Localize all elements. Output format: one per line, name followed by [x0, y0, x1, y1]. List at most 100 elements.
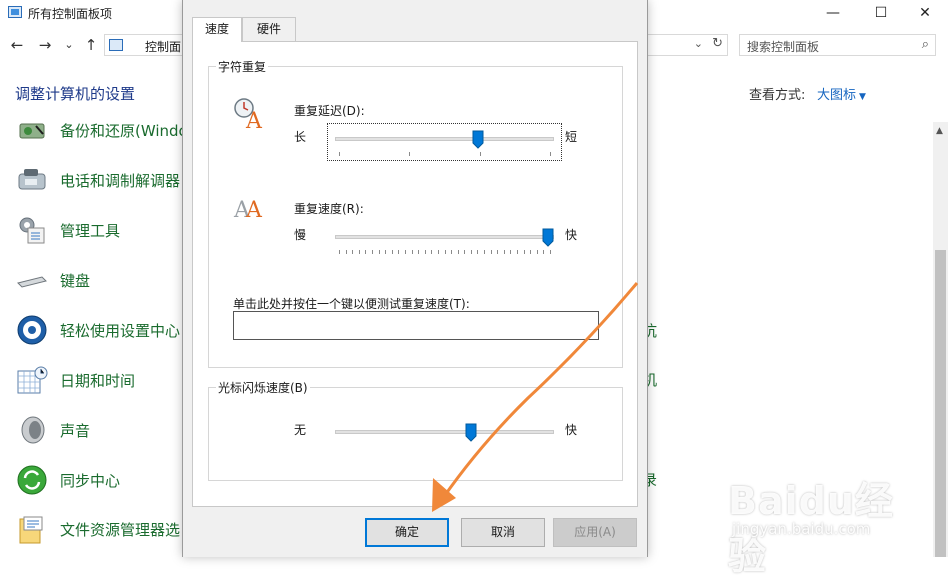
page-title: 调整计算机的设置 — [15, 85, 136, 103]
slider-tick — [445, 250, 446, 254]
watermark-url: jingyan.baidu.com — [732, 520, 871, 538]
recent-locations-button[interactable]: ⌄ — [59, 35, 79, 55]
back-button[interactable]: ← — [7, 35, 27, 55]
slider-tick — [339, 152, 340, 156]
slider-thumb[interactable] — [465, 423, 477, 442]
slider-ticks — [335, 250, 554, 255]
repeat-rate-label: 重复速度(R): — [294, 202, 364, 216]
slider-track[interactable] — [335, 430, 554, 434]
list-item-label: 轻松使用设置中心 — [60, 322, 181, 340]
slider-tick — [451, 250, 452, 254]
repeat-rate-icon: A A — [233, 198, 263, 221]
view-by-dropdown[interactable]: 大图标 ▼ — [817, 84, 866, 103]
cursor-blink-group: 光标闪烁速度(B) 无 快 — [208, 379, 623, 481]
slider-tick — [339, 250, 340, 254]
close-button[interactable]: ✕ — [902, 0, 948, 26]
tab-hardware[interactable]: 硬件 — [242, 17, 296, 41]
ease-of-access-icon — [17, 315, 47, 345]
search-placeholder: 搜索控制面板 — [747, 40, 820, 54]
slider-tick — [409, 152, 410, 156]
slider-tick — [425, 250, 426, 254]
slider-tick — [480, 152, 481, 156]
search-icon: ⌕ — [921, 37, 929, 52]
control-panel-icon — [109, 39, 123, 51]
apply-button[interactable]: 应用(A) — [553, 518, 637, 547]
slider-tick — [359, 250, 360, 254]
repeat-delay-icon: A — [234, 98, 263, 131]
slider-tick — [346, 250, 347, 254]
list-item-label: 声音 — [60, 422, 91, 440]
list-item-label: 同步中心 — [60, 472, 121, 490]
repeat-delay-label: 重复延迟(D): — [294, 104, 365, 118]
vertical-scrollbar[interactable]: ▲ — [933, 122, 948, 557]
repeat-rate-fast-label: 快 — [565, 228, 578, 242]
control-panel-icon — [8, 6, 22, 18]
caret-down-icon: ▼ — [859, 92, 866, 102]
list-item-label: 电话和调制解调器 — [60, 172, 181, 190]
test-label: 单击此处并按住一个键以便测试重复速度(T): — [233, 297, 470, 311]
slider-tick — [550, 250, 551, 254]
maximize-button[interactable]: ☐ — [858, 0, 904, 26]
list-item-label: 日期和时间 — [60, 372, 136, 390]
calendar-clock-icon — [17, 366, 48, 394]
list-item-label: 备份和还原(Windo — [60, 122, 188, 140]
backup-icon — [19, 123, 45, 139]
scrollbar-thumb[interactable] — [935, 250, 946, 557]
list-item-label: 键盘 — [60, 272, 91, 290]
keyboard-icon — [17, 276, 47, 288]
slider-tick — [491, 250, 492, 254]
slider-tick — [524, 250, 525, 254]
slider-ticks — [335, 152, 554, 157]
slider-tick — [510, 250, 511, 254]
slider-tick — [379, 250, 380, 254]
slider-tick — [392, 250, 393, 254]
refresh-icon[interactable]: ↻ — [712, 36, 723, 51]
slider-thumb[interactable] — [542, 228, 554, 247]
slider-track[interactable] — [335, 235, 554, 239]
phone-modem-icon — [18, 169, 46, 190]
cursor-blink-fast-label: 快 — [565, 423, 578, 437]
address-text: 控制面 — [145, 40, 182, 54]
svg-text:A: A — [245, 198, 263, 221]
slider-tick — [385, 250, 386, 254]
slider-tick — [504, 250, 505, 254]
view-by-value: 大图标 — [817, 88, 857, 103]
slider-tick — [352, 250, 353, 254]
slider-tick — [412, 250, 413, 254]
slider-tick — [418, 250, 419, 254]
slider-tick — [530, 250, 531, 254]
tab-panel-speed: 字符重复 A 重复延迟(D): 长 短 A A 重复速度(R): 慢 快 单击此… — [192, 41, 638, 507]
slider-tick — [438, 250, 439, 254]
folder-options-icon — [19, 516, 43, 544]
view-by-label: 查看方式: — [749, 88, 806, 103]
chevron-down-icon[interactable]: ⌄ — [694, 37, 703, 50]
tab-speed[interactable]: 速度 — [192, 17, 242, 42]
window-title: 所有控制面板项 — [28, 7, 113, 21]
search-input[interactable]: 搜索控制面板 ⌕ — [739, 34, 936, 56]
slider-track[interactable] — [335, 137, 554, 141]
forward-button[interactable]: → — [35, 35, 55, 55]
group-title: 光标闪烁速度(B) — [216, 379, 310, 396]
slider-tick — [543, 250, 544, 254]
repeat-delay-short-label: 短 — [565, 130, 578, 144]
slider-thumb[interactable] — [472, 130, 484, 149]
repeat-delay-long-label: 长 — [294, 130, 307, 144]
slider-tick — [477, 250, 478, 254]
repeat-rate-slow-label: 慢 — [294, 228, 307, 242]
repeat-test-input[interactable] — [233, 311, 599, 340]
slider-tick — [431, 250, 432, 254]
ok-button[interactable]: 确定 — [365, 518, 449, 547]
scroll-up-icon[interactable]: ▲ — [936, 126, 943, 136]
slider-tick — [398, 250, 399, 254]
keyboard-properties-dialog: 速度 硬件 字符重复 A 重复延迟(D): 长 短 A A 重复速度(R): 慢… — [182, 0, 648, 557]
svg-text:A: A — [245, 109, 263, 131]
slider-tick — [471, 250, 472, 254]
minimize-button[interactable]: — — [810, 0, 856, 26]
up-button[interactable]: ↑ — [81, 35, 101, 55]
cursor-blink-none-label: 无 — [294, 423, 307, 437]
slider-tick — [484, 250, 485, 254]
cancel-button[interactable]: 取消 — [461, 518, 545, 547]
slider-tick — [537, 250, 538, 254]
speaker-icon — [21, 416, 45, 444]
list-item-label: 管理工具 — [60, 222, 121, 240]
